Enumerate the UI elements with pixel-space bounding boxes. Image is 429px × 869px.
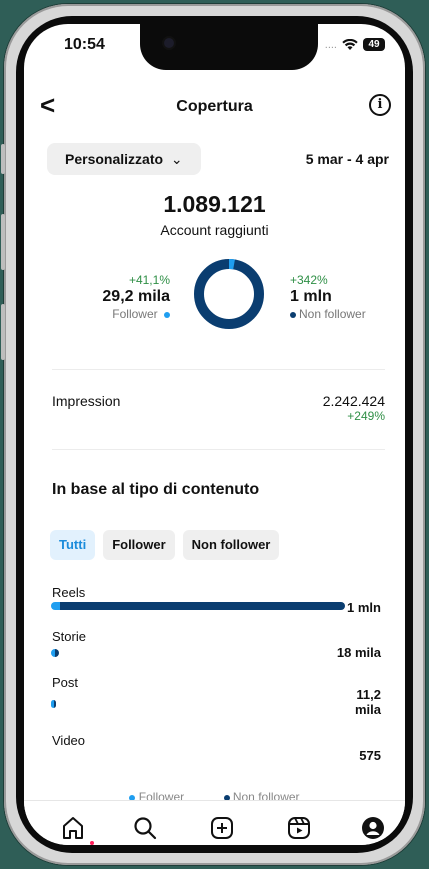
non-follower-stat: +342% 1 mln Non follower [290, 273, 366, 321]
bar-non-follower-segment [54, 649, 59, 657]
home-icon[interactable] [60, 815, 86, 841]
wifi-icon [342, 38, 358, 50]
impressions-change: +249% [347, 409, 385, 423]
bar-non-follower-segment [53, 700, 56, 708]
reels-bar [51, 602, 345, 610]
screen: 10:54 .... 49 < Copertura i Personalizza… [24, 24, 405, 845]
stories-value: 18 mila [336, 645, 381, 660]
video-value: 575 [359, 748, 381, 763]
bottom-tab-bar [24, 800, 405, 845]
chevron-down-icon: ⌄ [170, 151, 183, 167]
phone-frame: 10:54 .... 49 < Copertura i Personalizza… [1, 4, 425, 865]
divider [52, 449, 385, 450]
reels-icon[interactable] [286, 815, 312, 841]
signal-icon: .... [324, 38, 337, 51]
bar-follower-segment [51, 602, 60, 610]
accounts-reached-label: Account raggiunti [160, 222, 269, 238]
phone-bezel: 10:54 .... 49 < Copertura i Personalizza… [16, 16, 413, 853]
video-label: Video [52, 733, 86, 748]
donut-non-follower-segment [194, 259, 264, 329]
chip-non-follower[interactable]: Non follower [182, 530, 280, 560]
notch [140, 24, 318, 70]
follower-dot-icon [164, 311, 170, 318]
stories-label: Storie [52, 629, 86, 644]
accounts-reached-total: 1.089.121 [163, 191, 266, 217]
impressions-value: 2.242.424 [322, 393, 385, 409]
search-icon[interactable] [132, 815, 158, 841]
follower-label: Follower [112, 307, 158, 321]
non-follower-value: 1 mln [290, 288, 332, 305]
post-value: 11,2 mila [354, 687, 381, 717]
post-bar [51, 700, 345, 708]
stories-bar [51, 649, 345, 657]
background: 10:54 .... 49 < Copertura i Personalizza… [0, 0, 429, 869]
reach-donut-chart [194, 259, 264, 329]
status-time: 10:54 [64, 36, 105, 53]
create-icon[interactable] [209, 815, 235, 841]
reels-value: 1 mln [347, 600, 381, 615]
impressions-label: Impression [52, 393, 121, 409]
date-filter-label: Personalizzato [65, 151, 164, 167]
bar-non-follower-segment [54, 754, 57, 762]
page-title: Copertura [176, 98, 253, 115]
non-follower-label: Non follower [299, 307, 366, 321]
post-label: Post [52, 675, 79, 690]
content-type-title: In base al tipo di contenuto [52, 481, 260, 498]
home-active-indicator [90, 841, 94, 845]
header: < Copertura i [24, 88, 405, 124]
chip-follower[interactable]: Follower [103, 530, 175, 560]
date-filter-dropdown[interactable]: Personalizzato ⌄ [47, 143, 201, 175]
camera-icon [164, 38, 174, 48]
follower-value: 29,2 mila [102, 288, 170, 305]
non-follower-change: +342% [290, 273, 328, 287]
content-filter-chips: Tutti Follower Non follower [50, 530, 280, 560]
date-range: 5 mar - 4 apr [305, 151, 389, 167]
video-bar [51, 754, 345, 762]
reels-label: Reels [52, 585, 86, 600]
chip-all[interactable]: Tutti [50, 530, 96, 560]
non-follower-dot-icon [290, 311, 296, 318]
profile-icon[interactable] [360, 815, 386, 841]
divider [52, 369, 385, 370]
battery-icon: 49 [363, 38, 385, 51]
follower-stat: +41,1% 29,2 mila Follower [102, 273, 170, 321]
follower-change: +41,1% [128, 273, 170, 287]
bar-non-follower-segment [59, 602, 345, 610]
info-icon[interactable]: i [369, 94, 391, 116]
